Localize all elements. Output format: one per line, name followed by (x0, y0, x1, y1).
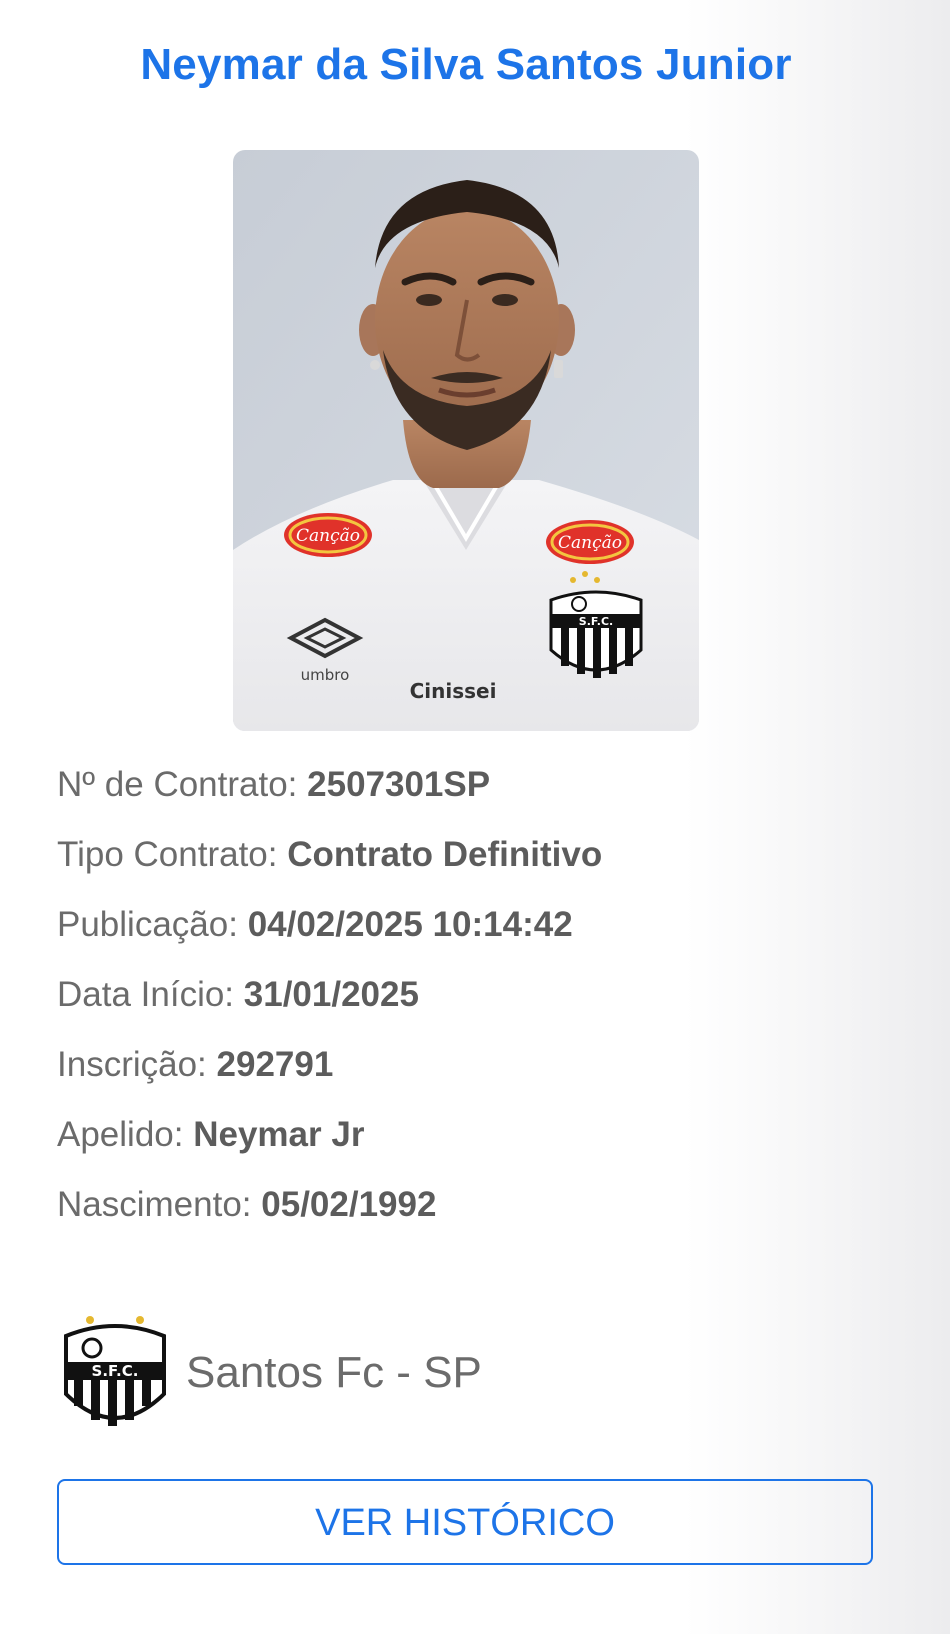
svg-text:Canção: Canção (296, 526, 360, 546)
start-date-label: Data Início: (57, 975, 235, 1014)
club-name: Santos Fc - SP (186, 1348, 482, 1397)
contract-type-label: Tipo Contrato: (57, 835, 278, 874)
publication-row: Publicação: 04/02/2025 10:14:42 (57, 905, 917, 975)
player-card: Neymar da Silva Santos Junior Canção Can… (0, 0, 950, 1634)
registration-label: Inscrição: (57, 1045, 207, 1084)
contract-number-row: Nº de Contrato: 2507301SP (57, 765, 917, 835)
nickname-value: Neymar Jr (193, 1115, 365, 1154)
nickname-label: Apelido: (57, 1115, 184, 1154)
contract-number-value: 2507301SP (307, 765, 491, 804)
birth-date-label: Nascimento: (57, 1185, 252, 1224)
start-date-row: Data Início: 31/01/2025 (57, 975, 917, 1045)
svg-text:Cinissei: Cinissei (410, 679, 497, 703)
svg-text:S.F.C.: S.F.C. (92, 1362, 139, 1380)
contract-details: Nº de Contrato: 2507301SP Tipo Contrato:… (57, 765, 917, 1255)
club-info: S.F.C. Santos Fc - SP (60, 1314, 920, 1434)
contract-type-value: Contrato Definitivo (287, 835, 603, 874)
player-name-title: Neymar da Silva Santos Junior (140, 40, 792, 89)
view-history-button[interactable]: VER HISTÓRICO (57, 1479, 873, 1565)
registration-row: Inscrição: 292791 (57, 1045, 917, 1115)
nickname-row: Apelido: Neymar Jr (57, 1115, 917, 1185)
contract-type-row: Tipo Contrato: Contrato Definitivo (57, 835, 917, 905)
publication-value: 04/02/2025 10:14:42 (247, 905, 573, 944)
publication-label: Publicação: (57, 905, 238, 944)
birth-date-value: 05/02/1992 (261, 1185, 437, 1224)
svg-text:Canção: Canção (558, 533, 622, 553)
player-photo: Canção Canção umbro Cinissei S.F.C. (233, 150, 699, 731)
start-date-value: 31/01/2025 (243, 975, 419, 1014)
birth-date-row: Nascimento: 05/02/1992 (57, 1185, 917, 1255)
contract-number-label: Nº de Contrato: (57, 765, 298, 804)
svg-text:umbro: umbro (301, 666, 350, 684)
player-photo-image: Canção Canção umbro Cinissei S.F.C. (233, 150, 699, 731)
registration-value: 292791 (216, 1045, 334, 1084)
santos-crest-icon: S.F.C. (64, 1316, 166, 1426)
svg-text:S.F.C.: S.F.C. (579, 615, 613, 628)
